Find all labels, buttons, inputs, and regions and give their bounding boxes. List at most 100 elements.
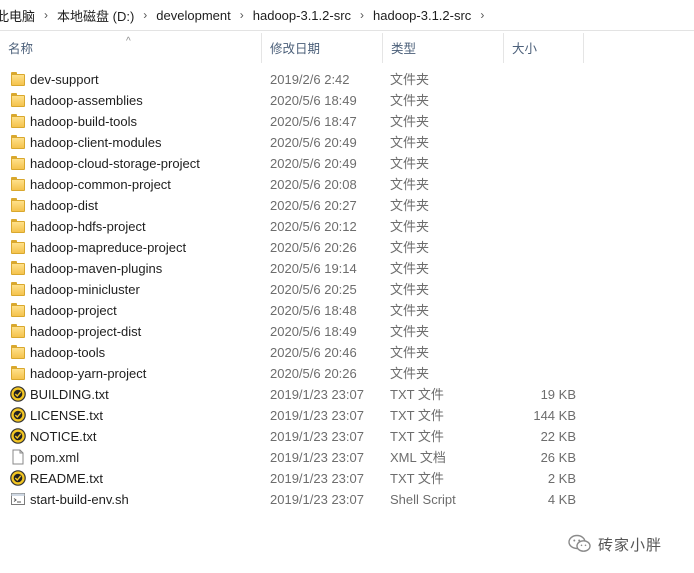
column-header-date-label: 修改日期 xyxy=(270,42,321,56)
file-type: XML 文档 xyxy=(390,450,446,465)
modified-date: 2019/1/23 23:07 xyxy=(270,408,364,423)
folder-icon xyxy=(10,260,26,276)
folder-icon xyxy=(10,218,26,234)
list-item[interactable]: BUILDING.txt 2019/1/23 23:07 TXT 文件 19 KB xyxy=(0,384,600,405)
list-item[interactable]: hadoop-mapreduce-project 2020/5/6 20:26 文件… xyxy=(0,237,600,258)
text-file-icon xyxy=(10,386,26,402)
list-item[interactable]: hadoop-dist 2020/5/6 20:27 文件夹 xyxy=(0,195,600,216)
wechat-icon xyxy=(568,534,591,552)
breadcrumb-item-development[interactable]: development xyxy=(154,8,232,23)
column-header-size-label: 大小 xyxy=(512,42,538,56)
list-item[interactable]: hadoop-project 2020/5/6 18:48 文件夹 xyxy=(0,300,600,321)
file-type: 文件夹 xyxy=(390,93,430,108)
file-type: 文件夹 xyxy=(390,72,430,87)
modified-date: 2020/5/6 20:26 xyxy=(270,240,357,255)
list-item[interactable]: hadoop-yarn-project 2020/5/6 20:26 文件夹 xyxy=(0,363,600,384)
watermark-text: 砖家小胖 xyxy=(598,536,663,554)
file-type: Shell Script xyxy=(390,492,456,507)
list-item[interactable]: hadoop-tools 2020/5/6 20:46 文件夹 xyxy=(0,342,600,363)
list-item[interactable]: hadoop-maven-plugins 2020/5/6 19:14 文件夹 xyxy=(0,258,600,279)
modified-date: 2020/5/6 19:14 xyxy=(270,261,357,276)
modified-date: 2019/2/6 2:42 xyxy=(270,72,350,87)
file-name: hadoop-maven-plugins xyxy=(30,261,163,276)
chevron-right-icon[interactable]: › xyxy=(233,8,251,22)
chevron-right-icon[interactable]: › xyxy=(353,8,371,22)
modified-date: 2020/5/6 18:48 xyxy=(270,303,357,318)
file-size: 2 KB xyxy=(547,471,576,486)
folder-icon xyxy=(10,239,26,255)
file-type: 文件夹 xyxy=(390,324,430,339)
folder-icon xyxy=(10,344,26,360)
file-name: pom.xml xyxy=(30,450,80,465)
folder-icon xyxy=(10,302,26,318)
file-list: dev-support 2019/2/6 2:42 文件夹 hadoop-assemb… xyxy=(0,69,694,510)
shell-script-icon xyxy=(10,491,26,507)
breadcrumb-item-this-pc[interactable]: 此电脑 xyxy=(0,6,37,25)
text-file-icon xyxy=(10,428,26,444)
text-file-icon xyxy=(10,407,26,423)
folder-icon xyxy=(10,134,26,150)
file-name: hadoop-common-project xyxy=(30,177,171,192)
file-size: 22 KB xyxy=(540,429,576,444)
file-size: 4 KB xyxy=(547,492,576,507)
list-item[interactable]: hadoop-cloud-storage-project 2020/5/6 20:… xyxy=(0,153,600,174)
chevron-right-icon[interactable]: › xyxy=(473,8,491,22)
breadcrumb-item-hadoop-src-parent[interactable]: hadoop-3.1.2-src xyxy=(251,8,353,23)
column-header-name-label: 名称 xyxy=(8,42,34,56)
file-name: README.txt xyxy=(30,471,103,486)
folder-icon xyxy=(10,323,26,339)
list-item[interactable]: README.txt 2019/1/23 23:07 TXT 文件 2 KB xyxy=(0,468,600,489)
chevron-right-icon[interactable]: › xyxy=(136,8,154,22)
column-header-size[interactable]: 大小 xyxy=(504,33,584,63)
modified-date: 2020/5/6 18:49 xyxy=(270,93,357,108)
chevron-right-icon[interactable]: › xyxy=(37,8,55,22)
file-type: 文件夹 xyxy=(390,345,430,360)
folder-icon xyxy=(10,113,26,129)
file-name: hadoop-cloud-storage-project xyxy=(30,156,200,171)
file-name: hadoop-client-modules xyxy=(30,135,162,150)
modified-date: 2020/5/6 20:46 xyxy=(270,345,357,360)
list-item[interactable]: hadoop-minicluster 2020/5/6 20:25 文件夹 xyxy=(0,279,600,300)
file-name: hadoop-tools xyxy=(30,345,106,360)
column-header-type[interactable]: 类型 xyxy=(383,33,504,63)
file-name: hadoop-project xyxy=(30,303,117,318)
file-type: 文件夹 xyxy=(390,219,430,234)
xml-file-icon xyxy=(10,449,26,465)
list-item[interactable]: hadoop-client-modules 2020/5/6 20:49 文件夹 xyxy=(0,132,600,153)
file-type: 文件夹 xyxy=(390,177,430,192)
file-name: hadoop-assemblies xyxy=(30,93,143,108)
modified-date: 2019/1/23 23:07 xyxy=(270,429,364,444)
file-type: TXT 文件 xyxy=(390,429,444,444)
file-type: 文件夹 xyxy=(390,303,430,318)
breadcrumb-item-hadoop-src-current[interactable]: hadoop-3.1.2-src xyxy=(371,8,473,23)
list-item[interactable]: dev-support 2019/2/6 2:42 文件夹 xyxy=(0,69,600,90)
list-item[interactable]: NOTICE.txt 2019/1/23 23:07 TXT 文件 22 KB xyxy=(0,426,600,447)
breadcrumb: 此电脑 › 本地磁盘 (D:) › development › hadoop-3… xyxy=(0,0,694,31)
list-item[interactable]: hadoop-hdfs-project 2020/5/6 20:12 文件夹 xyxy=(0,216,600,237)
modified-date: 2019/1/23 23:07 xyxy=(270,471,364,486)
file-size: 19 KB xyxy=(540,387,576,402)
file-name: hadoop-dist xyxy=(30,198,98,213)
column-header-name[interactable]: ^ 名称 xyxy=(0,33,262,63)
column-header-row: ^ 名称 修改日期 类型 大小 xyxy=(0,33,694,63)
list-item[interactable]: LICENSE.txt 2019/1/23 23:07 TXT 文件 144 KB xyxy=(0,405,600,426)
file-name: hadoop-minicluster xyxy=(30,282,140,297)
list-item[interactable]: pom.xml 2019/1/23 23:07 XML 文档 26 KB xyxy=(0,447,600,468)
list-item[interactable]: start-build-env.sh 2019/1/23 23:07 Shell S… xyxy=(0,489,600,510)
column-header-date[interactable]: 修改日期 xyxy=(262,33,383,63)
file-type: 文件夹 xyxy=(390,198,430,213)
file-type: TXT 文件 xyxy=(390,408,444,423)
file-name: BUILDING.txt xyxy=(30,387,109,402)
file-type: 文件夹 xyxy=(390,114,430,129)
list-item[interactable]: hadoop-common-project 2020/5/6 20:08 文件夹 xyxy=(0,174,600,195)
breadcrumb-item-drive-d[interactable]: 本地磁盘 (D:) xyxy=(55,6,136,25)
folder-icon xyxy=(10,176,26,192)
sort-ascending-icon: ^ xyxy=(126,36,131,47)
file-size: 144 KB xyxy=(533,408,576,423)
list-item[interactable]: hadoop-project-dist 2020/5/6 18:49 文件夹 xyxy=(0,321,600,342)
file-type: TXT 文件 xyxy=(390,471,444,486)
list-item[interactable]: hadoop-assemblies 2020/5/6 18:49 文件夹 xyxy=(0,90,600,111)
modified-date: 2020/5/6 20:49 xyxy=(270,156,357,171)
file-name: dev-support xyxy=(30,72,99,87)
list-item[interactable]: hadoop-build-tools 2020/5/6 18:47 文件夹 xyxy=(0,111,600,132)
